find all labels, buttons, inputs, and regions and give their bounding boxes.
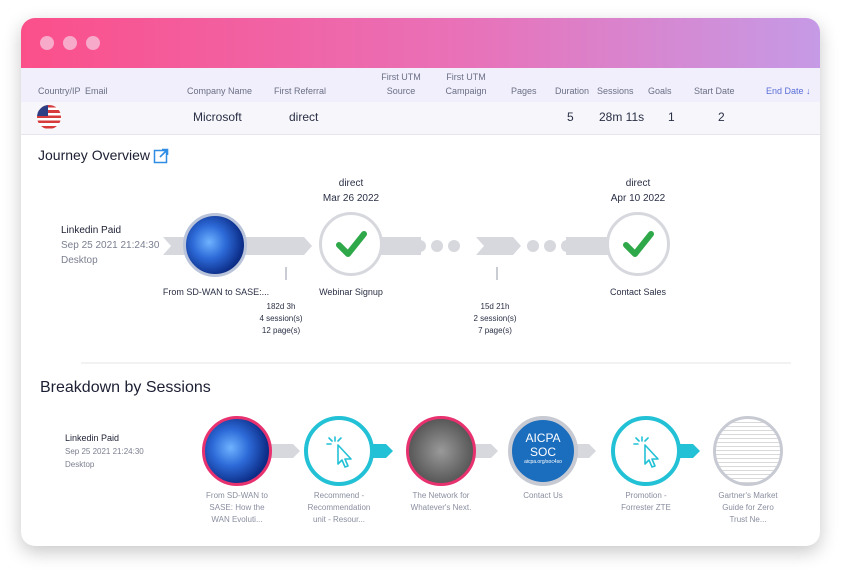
cursor-click-icon xyxy=(633,436,659,468)
cursor-click-icon xyxy=(326,436,352,468)
caption-1-line2: SASE: How the xyxy=(209,503,265,512)
caption-1-line3: WAN Evoluti... xyxy=(211,515,263,524)
caption-1-line1: From SD-WAN to xyxy=(206,491,268,500)
caption-5-line2: Forrester ZTE xyxy=(621,503,671,512)
caption-6-line1: Gartner's Market xyxy=(718,491,778,500)
session-thumb-aicpa[interactable]: AICPA SOC aicpa.org/soc4so xyxy=(508,416,578,486)
session-caption-3: The Network for Whatever's Next. xyxy=(396,490,486,514)
aicpa-logo-line3: aicpa.org/soc4so xyxy=(524,459,562,465)
caption-6-line2: Guide for Zero xyxy=(722,503,774,512)
aicpa-logo-line1: AICPA xyxy=(525,431,561,445)
caption-3-line2: Whatever's Next. xyxy=(410,503,472,512)
caption-6-line3: Trust Ne... xyxy=(729,515,767,524)
aicpa-logo-line2: SOC xyxy=(529,445,556,459)
session-thumb-sdwan[interactable] xyxy=(202,416,272,486)
session-thumb-promotion[interactable] xyxy=(611,416,681,486)
session-thumb-gartner[interactable] xyxy=(713,416,783,486)
session-thumb-network[interactable] xyxy=(406,416,476,486)
session-caption-2: Recommend - Recommendation unit - Resour… xyxy=(294,490,384,526)
caption-4-line1: Contact Us xyxy=(523,491,563,500)
caption-2-line1: Recommend - xyxy=(313,491,365,500)
caption-2-line3: unit - Resour... xyxy=(312,515,366,524)
app-window: Country/IP Email Company Name First Refe… xyxy=(21,18,820,546)
session-caption-1: From SD-WAN to SASE: How the WAN Evoluti… xyxy=(192,490,282,526)
session-caption-6: Gartner's Market Guide for Zero Trust Ne… xyxy=(703,490,793,526)
caption-3-line1: The Network for xyxy=(412,491,470,500)
session-caption-5: Promotion - Forrester ZTE xyxy=(601,490,691,514)
aicpa-logo-text: AICPA SOC aicpa.org/soc4so xyxy=(512,431,574,466)
session-thumb-recommend[interactable] xyxy=(304,416,374,486)
caption-5-line1: Promotion - xyxy=(625,491,667,500)
session-caption-4: Contact Us xyxy=(498,490,588,502)
caption-2-line2: Recommendation xyxy=(307,503,371,512)
